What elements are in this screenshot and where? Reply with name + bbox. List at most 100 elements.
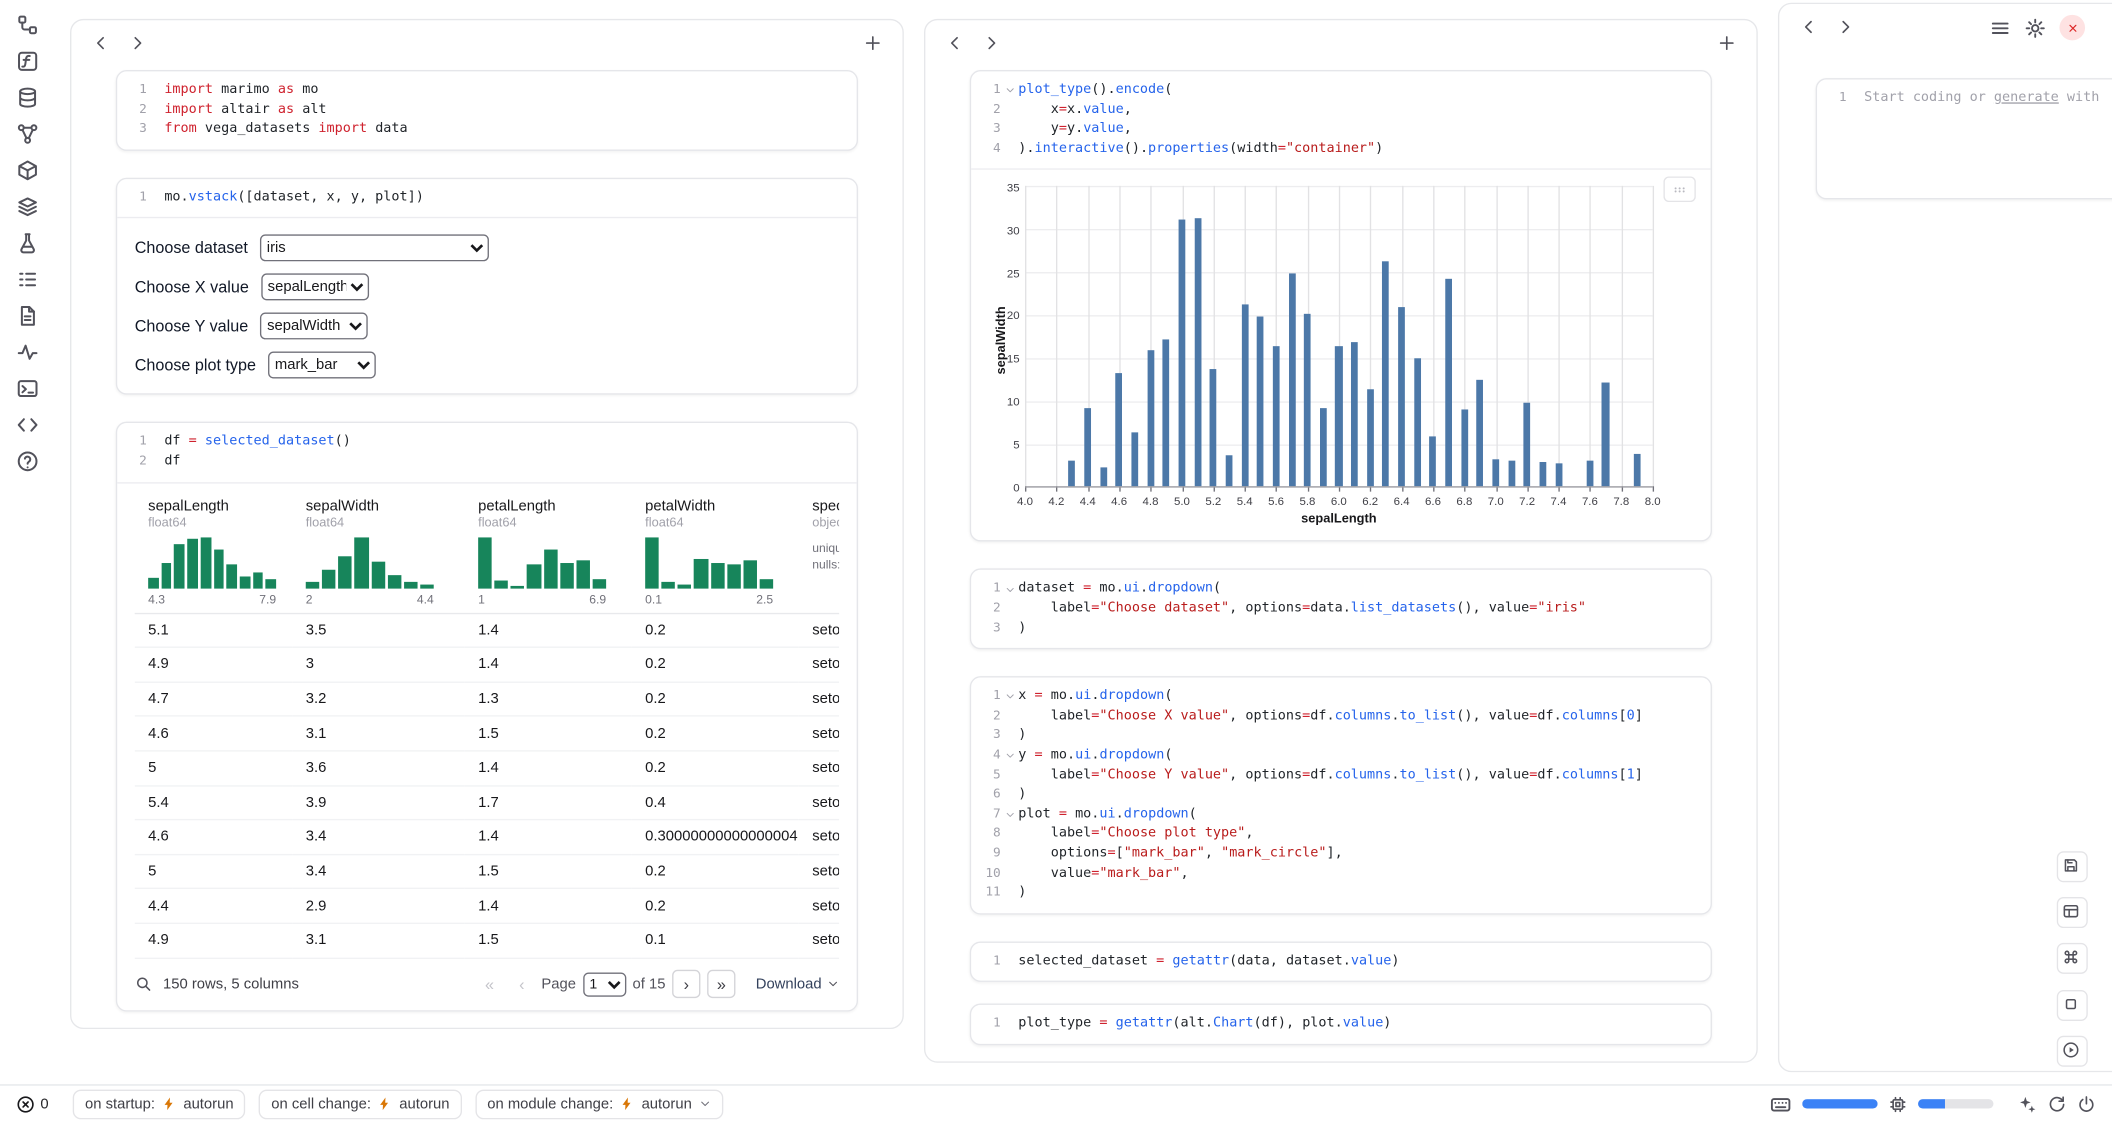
chart-bar (1477, 380, 1484, 487)
dataset-select[interactable]: iris (260, 235, 489, 262)
add-cell-button[interactable] (863, 34, 882, 53)
code-editor[interactable]: 1plot_type = getattr(alt.Chart(df), plot… (971, 1005, 1710, 1044)
code-editor[interactable]: 1x = mo.ui.dropdown(2 label="Choose X va… (971, 678, 1710, 913)
code-cell-plot-type: 1plot_type = getattr(alt.Chart(df), plot… (970, 1004, 1712, 1045)
column-scroll-left-button[interactable] (1800, 18, 1819, 37)
layers-icon[interactable] (15, 195, 38, 218)
keyboard-shortcuts-icon[interactable] (1770, 1093, 1792, 1115)
code-editor[interactable]: 1mo.vstack([dataset, x, y, plot]) (117, 179, 856, 218)
column-scroll-right-button[interactable] (982, 34, 1001, 53)
y-value-select[interactable]: sepalWidth (260, 313, 368, 340)
plot-type-select[interactable]: mark_bar (268, 352, 376, 379)
stop-button[interactable] (2057, 990, 2088, 1021)
gear-icon[interactable] (2024, 17, 2046, 39)
code-editor[interactable]: 1import marimo as mo2import altair as al… (117, 71, 856, 149)
ai-sparkles-icon[interactable] (2018, 1094, 2037, 1113)
layout-button[interactable] (2057, 897, 2088, 928)
column-header-species[interactable]: speciesobject (799, 491, 839, 534)
chart-menu-button[interactable] (1663, 177, 1695, 203)
column-scroll-right-button[interactable] (128, 34, 147, 53)
code-editor[interactable]: 1plot_type().encode(2 x=x.value,3 y=y.va… (971, 71, 1710, 168)
runtime-config-pill-2[interactable]: on module change:autorun (475, 1089, 723, 1119)
column-header-sepalWidth[interactable]: sepalWidthfloat64 (292, 491, 464, 534)
code-editor[interactable]: 1df = selected_dataset()2df (117, 423, 856, 481)
scratchpad-icon[interactable] (15, 50, 38, 73)
fold-chevron-icon[interactable] (1001, 85, 1019, 97)
table-pagination: « ‹ Page 1 of 15 › » Download (477, 970, 839, 998)
table-cell: setosa (799, 752, 839, 786)
runtime-config-pill-1[interactable]: on cell change:autorun (259, 1089, 461, 1119)
line-number: 3 (971, 619, 1001, 639)
page-select[interactable]: 1 (583, 972, 626, 996)
fold-gutter (1001, 730, 1019, 742)
run-all-button[interactable] (2057, 1036, 2088, 1067)
tracing-icon[interactable] (15, 341, 38, 364)
column-histogram: 0.12.5 (632, 534, 799, 612)
memory-icon (1888, 1094, 1907, 1113)
save-icon (2061, 856, 2083, 878)
dependency-graph-icon[interactable] (15, 123, 38, 146)
line-number: 1 (117, 433, 147, 453)
packages-icon[interactable] (15, 159, 38, 182)
logo-code-icon[interactable] (15, 414, 38, 437)
line-number: 2 (971, 707, 1001, 727)
code-editor[interactable]: 1selected_dataset = getattr(data, datase… (971, 942, 1710, 981)
table-search-icon[interactable] (135, 975, 153, 993)
last-page-button[interactable]: » (707, 970, 735, 998)
control-row: Choose X valuesepalLength (135, 274, 839, 301)
runtime-config-pill-0[interactable]: on startup:autorun (73, 1089, 246, 1119)
command-palette-button[interactable] (2057, 943, 2088, 974)
close-panel-button[interactable] (2059, 15, 2085, 41)
runtime-config-pills: on startup:autorun on cell change:autorun… (73, 1089, 723, 1119)
fold-chevron-icon[interactable] (1001, 750, 1019, 762)
fold-chevron-icon[interactable] (1001, 583, 1019, 595)
help-icon[interactable] (15, 450, 38, 473)
fold-chevron-icon[interactable] (1001, 691, 1019, 703)
chart-bar (1241, 304, 1248, 487)
fold-gutter (147, 192, 165, 204)
files-panel-icon[interactable] (15, 13, 38, 36)
prev-page-button[interactable]: ‹ (509, 971, 535, 997)
altair-chart-output[interactable]: 051015202530354.04.24.44.64.85.05.25.45.… (971, 169, 1710, 541)
outline-icon[interactable] (15, 268, 38, 291)
column-scroll-left-button[interactable] (946, 34, 965, 53)
code-line: 1dataset = mo.ui.dropdown( (971, 580, 1697, 600)
column-header-sepalLength[interactable]: sepalLengthfloat64 (135, 491, 293, 534)
documentation-icon[interactable] (15, 304, 38, 327)
column-scroll-left-button[interactable] (92, 34, 111, 53)
error-count-badge[interactable]: 0 (16, 1094, 48, 1113)
chart-bar (1367, 390, 1374, 487)
shutdown-icon[interactable] (2077, 1094, 2096, 1113)
code-editor[interactable]: 1dataset = mo.ui.dropdown(2 label="Choos… (971, 570, 1710, 648)
notebook-column-1: 1import marimo as mo2import altair as al… (70, 19, 904, 1029)
table-cell: 0.2 (632, 717, 799, 751)
add-cell-button[interactable] (1717, 34, 1736, 53)
restart-kernel-icon[interactable] (2047, 1094, 2066, 1113)
fold-chevron-icon[interactable] (1001, 809, 1019, 821)
column-scroll-right-button[interactable] (1836, 18, 1855, 37)
terminal-icon[interactable] (15, 377, 38, 400)
fold-gutter (147, 456, 165, 468)
zap-icon (378, 1096, 393, 1111)
first-page-button[interactable]: « (477, 971, 503, 997)
menu-icon[interactable] (1989, 17, 2011, 39)
cell-output-table: sepalLengthfloat64sepalWidthfloat64petal… (117, 482, 856, 1010)
column-header-petalWidth[interactable]: petalWidthfloat64 (632, 491, 799, 534)
download-button[interactable]: Download (756, 976, 839, 992)
generate-link[interactable]: generate (1994, 90, 2059, 105)
code-line: 6) (971, 785, 1697, 805)
run-toolbar (2057, 990, 2088, 1067)
next-page-button[interactable]: › (672, 970, 700, 998)
table-cell: 0.2 (632, 614, 799, 648)
snippets-icon[interactable] (15, 232, 38, 255)
line-number: 1 (971, 1015, 1001, 1035)
datasources-icon[interactable] (15, 86, 38, 109)
scratchpad-editor-cell[interactable]: 1 Start coding or generate with (1816, 78, 2112, 199)
table-cell: 0.1 (632, 924, 799, 958)
x-value-select[interactable]: sepalLength (261, 274, 369, 301)
column-header-petalLength[interactable]: petalLengthfloat64 (465, 491, 632, 534)
y-axis-title: sepalWidth (994, 306, 1009, 374)
save-button[interactable] (2057, 851, 2088, 882)
line-number: 4 (971, 746, 1001, 766)
table-cell: 1.4 (465, 820, 632, 854)
